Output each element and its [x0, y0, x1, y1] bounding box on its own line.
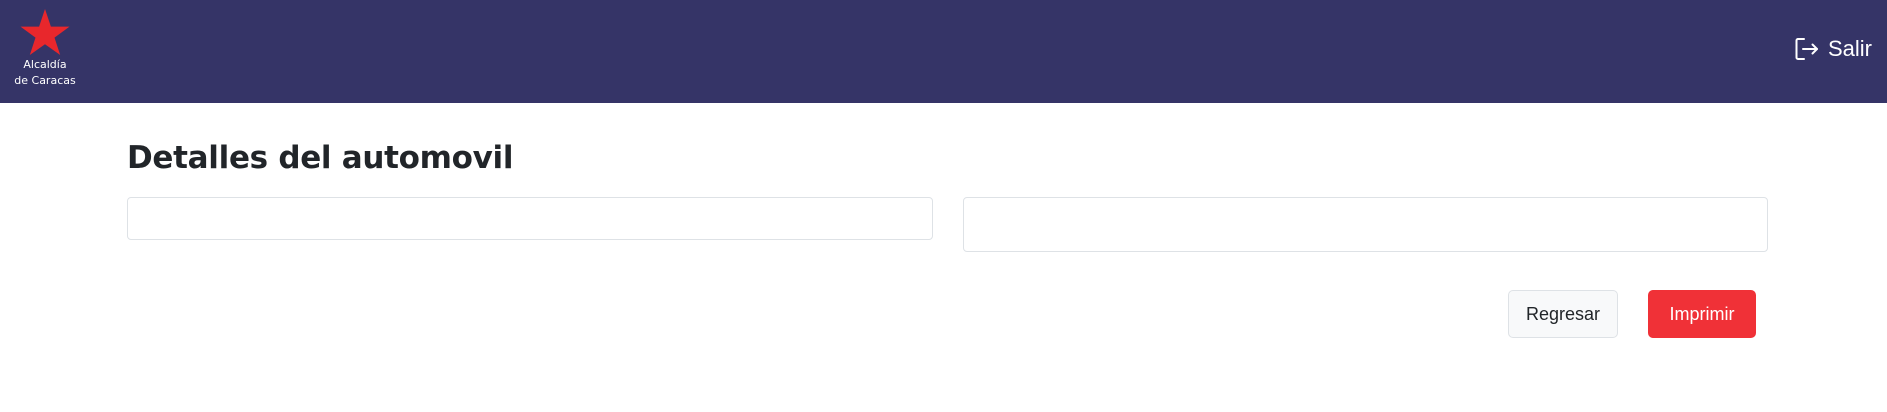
page-title: Detalles del automovil — [127, 140, 514, 176]
back-button[interactable]: Regresar — [1508, 290, 1618, 338]
red-star-icon — [20, 9, 70, 55]
vehicle-detail-field-1[interactable] — [127, 197, 933, 240]
logout-icon — [1795, 38, 1818, 60]
print-button[interactable]: Imprimir — [1648, 290, 1756, 338]
logout-button[interactable]: Salir — [1794, 36, 1872, 62]
alcaldia-logo[interactable]: Alcaldía de Caracas — [10, 8, 80, 90]
top-navbar: Alcaldía de Caracas Salir — [0, 0, 1887, 103]
vehicle-detail-field-2[interactable] — [963, 197, 1768, 252]
logo-text: Alcaldía de Caracas — [14, 58, 76, 87]
logout-label: Salir — [1827, 36, 1872, 61]
